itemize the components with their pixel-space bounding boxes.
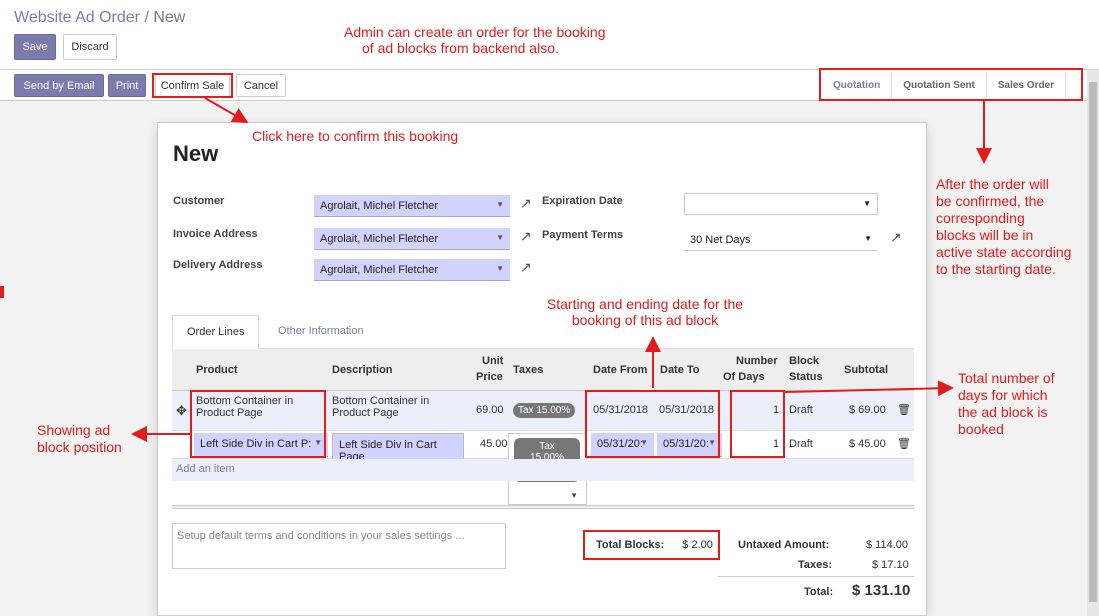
arrow-days xyxy=(784,380,954,397)
annotation-arrows xyxy=(131,97,992,442)
arrow-confirm xyxy=(204,97,249,123)
